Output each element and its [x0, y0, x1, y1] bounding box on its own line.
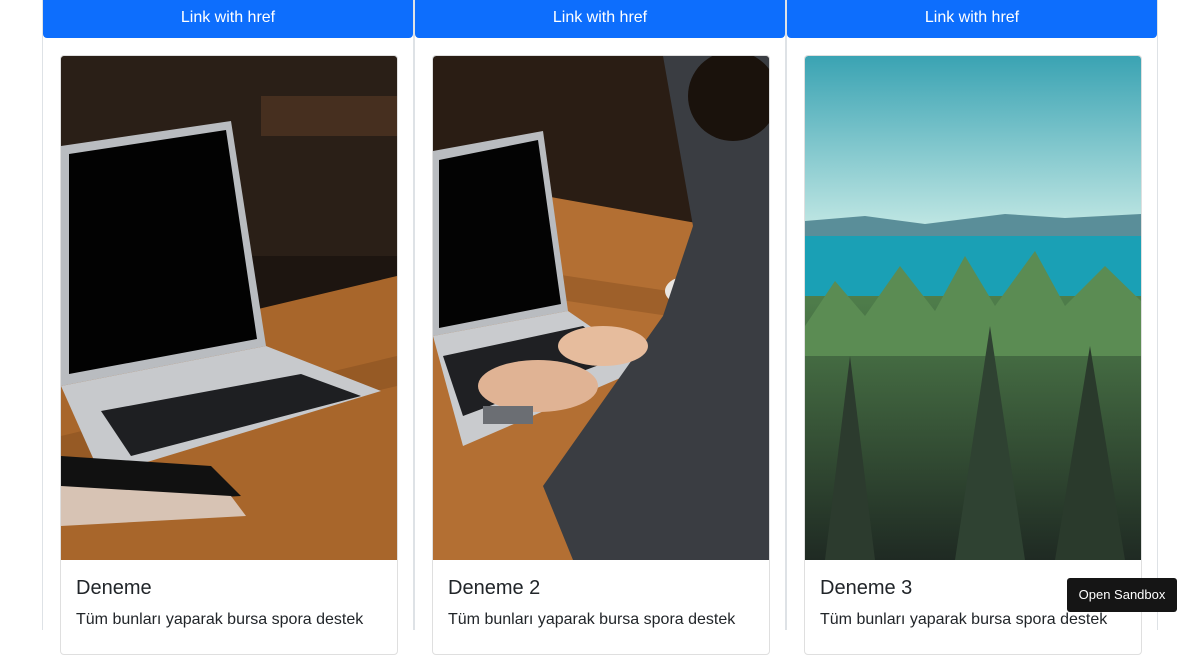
cards-row: Link with href Deneme Tüm bunları yapara… — [42, 0, 1158, 655]
lake-forest-image — [805, 56, 1141, 560]
card-2: Deneme 2 Tüm bunları yaparak bursa spora… — [432, 55, 770, 655]
link-with-href-button-3[interactable]: Link with href — [787, 0, 1157, 38]
card-title-2: Deneme 2 — [448, 577, 541, 599]
card-column-2: Link with href Deneme 2 Tüm bunları yapa… — [414, 0, 786, 655]
card-body-1: Deneme Tüm bunları yaparak bursa spora d… — [61, 560, 397, 648]
card-text-2: Tüm bunları yaparak bursa spora destek — [448, 611, 736, 628]
card-body-2: Deneme 2 Tüm bunları yaparak bursa spora… — [433, 560, 769, 648]
card-3: Deneme 3 Tüm bunları yaparak bursa spora… — [804, 55, 1142, 655]
card-text-1: Tüm bunları yaparak bursa spora destek — [76, 611, 364, 628]
card-column-3: Link with href Deneme 3 Tüm bunları yapa… — [786, 0, 1158, 655]
card-title-1: Deneme — [76, 577, 152, 599]
card-1: Deneme Tüm bunları yaparak bursa spora d… — [60, 55, 398, 655]
link-with-href-button-2[interactable]: Link with href — [415, 0, 785, 38]
card-column-1: Link with href Deneme Tüm bunları yapara… — [42, 0, 414, 655]
link-with-href-button-1[interactable]: Link with href — [43, 0, 413, 38]
open-sandbox-button[interactable]: Open Sandbox — [1067, 578, 1177, 612]
laptop-on-table-image — [61, 56, 397, 560]
person-typing-laptop-image — [433, 56, 769, 560]
